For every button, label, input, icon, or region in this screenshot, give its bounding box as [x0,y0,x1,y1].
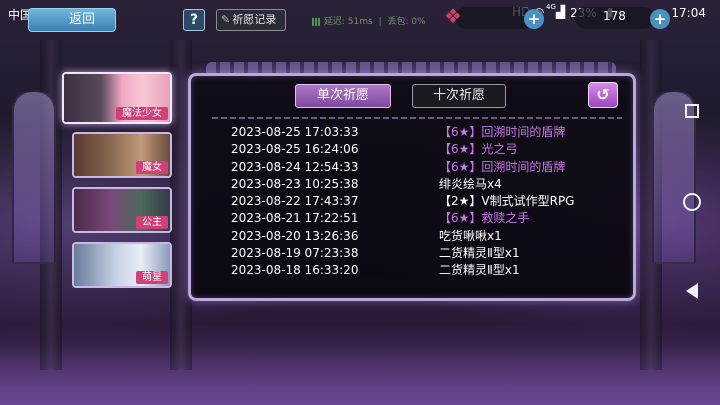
network-type-label: 4G [546,3,556,11]
record-date: 2023-08-20 13:26:36 [231,228,359,243]
stained-glass-window [12,90,56,264]
return-icon[interactable]: ↺ [588,82,618,108]
list-fade [212,272,622,288]
help-button[interactable]: ? [183,9,205,31]
recent-apps-button[interactable] [685,104,699,118]
record-date: 2023-08-23 10:25:38 [231,176,359,191]
record-item: 【6★】光之弓 [439,142,518,157]
record-item: 绯炎绘马x4 [439,176,502,191]
wish-record-label: 祈愿记录 [232,13,277,26]
record-date: 2023-08-25 17:03:33 [231,125,359,139]
record-item: 【6★】回溯时间的盾牌 [439,159,566,174]
record-date: 2023-08-19 07:23:38 [231,246,359,261]
record-date: 2023-08-25 16:24:06 [231,142,359,157]
record-row: 2023-08-20 13:26:36 吃货啾啾x1 [212,228,622,245]
currency-value: 178 [603,9,626,23]
add-gem-button[interactable]: + [524,9,544,29]
record-row: 2023-08-25 17:03:33 【6★】回溯时间的盾牌 [212,124,622,141]
record-date: 2023-08-22 17:43:37 [231,194,359,209]
tab-label: 萌星 [136,271,168,284]
back-button[interactable]: 返回 [28,8,116,32]
record-date: 2023-08-24 12:54:33 [231,159,359,174]
tab-witch[interactable]: 魔女 [72,132,172,178]
nav-back-button[interactable] [686,283,698,299]
edit-icon: ✎ [221,13,231,26]
gem-icon: ❖ [444,4,462,28]
record-item: 二货精灵Ⅱ型x1 [439,246,520,261]
record-row: 2023-08-24 12:54:33 【6★】回溯时间的盾牌 [212,159,622,176]
latency-text: 延迟: 51ms [323,17,373,27]
tab-single-wish[interactable]: 单次祈愿 [295,84,391,108]
tab-princess[interactable]: 公主 [72,187,172,233]
record-date: 2023-08-21 17:22:51 [231,211,359,226]
floor-glow [0,345,720,405]
back-button-label: 返回 [69,12,96,27]
record-item: 【2★】V制式试作型RPG [439,194,575,209]
tab-ten-wish[interactable]: 十次祈愿 [412,84,506,108]
clock: 17:04 [671,6,706,20]
network-stats: 延迟: 51ms | 丢包: 0% [312,14,426,27]
record-row: 2023-08-19 07:23:38 二货精灵Ⅱ型x1 [212,245,622,262]
tab-magical-girl[interactable]: 魔法少女 [62,72,172,124]
record-row: 2023-08-21 17:22:51 【6★】救赎之手 [212,210,622,227]
home-button[interactable] [683,193,701,211]
signal-icon: ▟ [556,5,566,19]
record-row: 2023-08-23 10:25:38 绯炎绘马x4 [212,176,622,193]
tab-label: 魔法少女 [116,107,168,120]
divider [212,117,622,119]
record-row: 2023-08-25 16:24:06 【6★】光之弓 [212,141,622,158]
record-row: 2023-08-22 17:43:37 【2★】V制式试作型RPG [212,193,622,210]
record-item: 吃货啾啾x1 [439,228,502,243]
record-item: 【6★】回溯时间的盾牌 [439,125,566,139]
tab-label: 魔女 [136,161,168,174]
tab-cute-star[interactable]: 萌星 [72,242,172,288]
record-item: 【6★】救赎之手 [439,211,530,226]
tab-label: 公主 [136,216,168,229]
packet-loss-text: 丢包: 0% [387,17,426,27]
wish-record-list[interactable]: 2023-08-25 17:03:33 【6★】回溯时间的盾牌 2023-08-25… [212,124,622,285]
wish-record-button[interactable]: ✎ 祈愿记录 [216,9,286,31]
add-currency-button[interactable]: + [650,9,670,29]
